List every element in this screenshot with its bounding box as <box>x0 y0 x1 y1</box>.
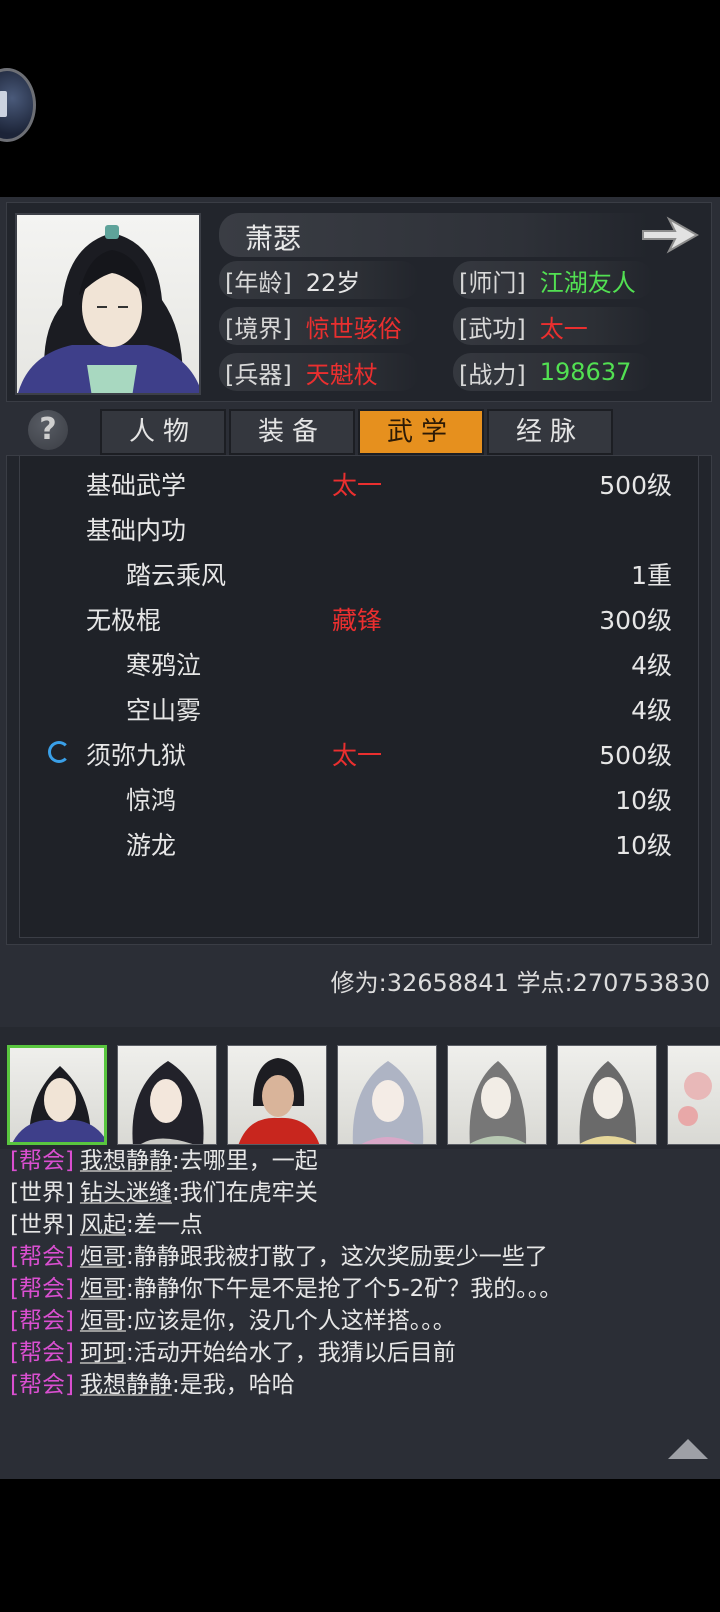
tab-bar: ? 人物 装备 武学 经脉 <box>0 407 720 457</box>
skill-row[interactable]: 游龙 10级 <box>20 818 700 862</box>
menu-icon <box>0 91 7 117</box>
chat-message: [帮会] 珂珂:活动开始给水了，我猜以后目前 <box>10 1340 456 1366</box>
chat-message: [世界] 钻头迷缝:我们在虎牢关 <box>10 1180 318 1206</box>
skill-row[interactable]: 无极棍 藏锋 300级 <box>20 593 700 637</box>
skill-row[interactable]: 踏云乘风 1重 <box>20 548 700 592</box>
chat-expand-arrow-icon[interactable] <box>668 1439 708 1459</box>
party-member-avatar[interactable] <box>227 1045 327 1145</box>
chat-message: [帮会] 我想静静:去哪里，一起 <box>10 1149 318 1174</box>
chat-log: [帮会] 我想静静:去哪里，一起 [世界] 钻头迷缝:我们在虎牢关 [世界] 风起:差… <box>0 1149 720 1479</box>
party-member-avatar[interactable] <box>447 1045 547 1145</box>
portrait-image <box>18 225 199 393</box>
skill-row[interactable]: 基础武学 太一 500级 <box>20 458 700 502</box>
attr-weapon: [兵器] 天魁杖 <box>219 353 419 391</box>
character-portrait <box>15 213 201 395</box>
chat-message: [帮会] 我想静静:是我，哈哈 <box>10 1372 295 1398</box>
chat-message: [帮会] 烜哥:应该是你，没几个人这样搭。。。 <box>10 1308 456 1334</box>
tab-equipment[interactable]: 装备 <box>229 409 355 455</box>
party-roster <box>0 1027 720 1149</box>
attr-martial: [武功] 太一 <box>453 307 653 345</box>
chat-sender[interactable]: 我想静静 <box>80 1372 172 1398</box>
character-panel: 萧瑟 [年龄] 22岁 [师门] 江湖友人 [境界] 惊世骇俗 [武功] 太一 <box>0 197 720 1027</box>
tab-martial-arts[interactable]: 武学 <box>358 409 484 455</box>
chat-sender[interactable]: 烜哥 <box>80 1244 126 1270</box>
party-member-avatar[interactable] <box>557 1045 657 1145</box>
attr-realm: [境界] 惊世骇俗 <box>219 307 419 345</box>
party-member-avatar[interactable] <box>337 1045 437 1145</box>
attr-power: [战力] 198637 <box>453 353 653 391</box>
skill-row[interactable]: 基础内功 <box>20 503 700 547</box>
skill-row[interactable]: 惊鸿 10级 <box>20 773 700 817</box>
attr-sect: [师门] 江湖友人 <box>453 261 653 299</box>
tab-meridians[interactable]: 经脉 <box>487 409 613 455</box>
skill-list-panel: 基础武学 太一 500级 基础内功 踏云乘风 1重 无极棍 藏锋 300级 寒鸦… <box>6 455 712 945</box>
skill-row[interactable]: 寒鸦泣 4级 <box>20 638 700 682</box>
cultivation-points: 修为:32658841 学点:270753830 <box>330 969 710 997</box>
chat-sender[interactable]: 珂珂 <box>80 1340 126 1366</box>
help-icon[interactable]: ? <box>28 410 68 450</box>
attr-age: [年龄] 22岁 <box>219 261 419 299</box>
party-member-avatar[interactable] <box>667 1045 720 1145</box>
chat-sender[interactable]: 烜哥 <box>80 1276 126 1302</box>
party-member-avatar[interactable] <box>7 1045 107 1145</box>
skill-list: 基础武学 太一 500级 基础内功 踏云乘风 1重 无极棍 藏锋 300级 寒鸦… <box>19 456 699 938</box>
chat-message: [帮会] 烜哥:静静你下午是不是抢了个5-2矿？我的。。。 <box>10 1276 563 1302</box>
chat-sender[interactable]: 钻头迷缝 <box>80 1180 172 1206</box>
skill-row[interactable]: 空山雾 4级 <box>20 683 700 727</box>
skill-row[interactable]: 须弥九狱 太一 500级 <box>20 728 700 772</box>
character-name: 萧瑟 <box>245 222 302 255</box>
loading-spinner-icon <box>48 741 70 763</box>
menu-corner-button[interactable] <box>0 68 36 142</box>
chat-sender[interactable]: 烜哥 <box>80 1308 126 1334</box>
chat-sender[interactable]: 我想静静 <box>80 1149 172 1174</box>
next-arrow-icon[interactable] <box>639 215 701 255</box>
tab-character[interactable]: 人物 <box>100 409 226 455</box>
chat-message: [帮会] 烜哥:静静跟我被打散了，这次奖励要少一些了 <box>10 1244 548 1270</box>
chat-sender[interactable]: 风起 <box>80 1212 126 1238</box>
character-header: 萧瑟 [年龄] 22岁 [师门] 江湖友人 [境界] 惊世骇俗 [武功] 太一 <box>6 202 712 402</box>
party-member-avatar[interactable] <box>117 1045 217 1145</box>
chat-message: [世界] 风起:差一点 <box>10 1212 203 1238</box>
